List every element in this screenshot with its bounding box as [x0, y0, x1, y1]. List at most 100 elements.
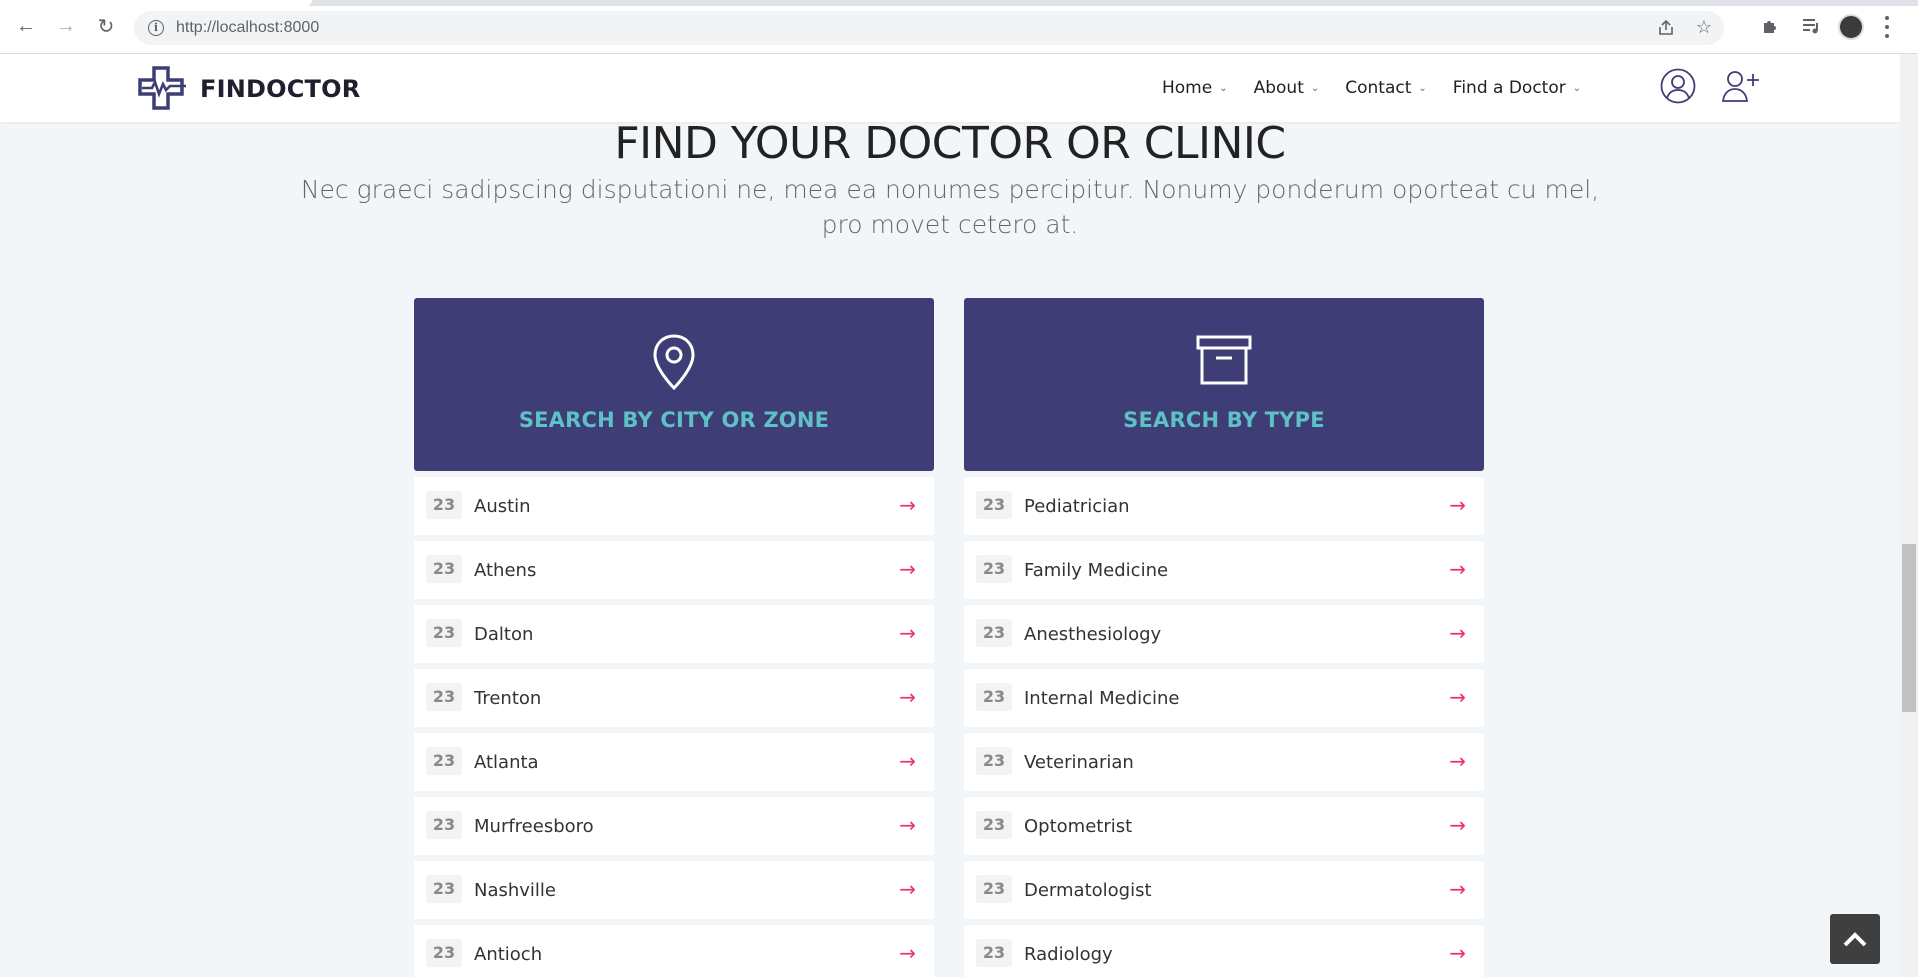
- page-scrollbar[interactable]: [1900, 54, 1918, 977]
- list-item[interactable]: 23 Nashville →: [414, 861, 934, 919]
- chevron-up-icon: [1843, 932, 1867, 947]
- list-item[interactable]: 23 Murfreesboro →: [414, 797, 934, 855]
- brand-name: FINDOCTOR: [200, 75, 361, 103]
- arrow-right-icon: →: [899, 877, 916, 901]
- page-subtitle: Nec graeci sadipscing disputationi ne, m…: [300, 175, 1600, 239]
- city-search-title: SEARCH BY CITY OR ZONE: [518, 408, 830, 432]
- nav-about[interactable]: About ⌄: [1254, 78, 1320, 98]
- type-search-header[interactable]: SEARCH BY TYPE: [964, 298, 1484, 471]
- reload-icon[interactable]: ↻: [94, 14, 118, 38]
- list-item[interactable]: 23 Antioch →: [414, 925, 934, 977]
- user-login-icon[interactable]: [1660, 68, 1696, 104]
- back-arrow-icon[interactable]: ←: [14, 14, 38, 38]
- item-label: Murfreesboro: [474, 816, 594, 837]
- share-icon[interactable]: [1656, 18, 1676, 43]
- list-item[interactable]: 23 Trenton →: [414, 669, 934, 727]
- media-queue-icon[interactable]: [1800, 15, 1822, 42]
- list-item[interactable]: 23 Optometrist →: [964, 797, 1484, 855]
- nav-contact[interactable]: Contact ⌄: [1345, 78, 1427, 98]
- item-label: Dermatologist: [1024, 880, 1152, 901]
- list-item[interactable]: 23 Radiology →: [964, 925, 1484, 977]
- nav-home[interactable]: Home ⌄: [1162, 78, 1228, 98]
- tab-strip: [0, 0, 1918, 6]
- chevron-down-icon: ⌄: [1572, 82, 1582, 94]
- arrow-right-icon: →: [899, 749, 916, 773]
- active-tab[interactable]: [0, 0, 312, 6]
- bookmark-star-icon[interactable]: ☆: [1696, 17, 1712, 38]
- count-badge: 23: [976, 555, 1012, 583]
- type-search-panel: SEARCH BY TYPE 23 Pediatrician → 23 Family …: [964, 298, 1484, 977]
- item-label: Atlanta: [474, 752, 539, 773]
- list-item[interactable]: 23 Dalton →: [414, 605, 934, 663]
- extensions-puzzle-icon[interactable]: [1760, 15, 1782, 42]
- main-nav: Home ⌄ About ⌄ Contact ⌄ Find a Doctor ⌄: [1162, 78, 1607, 98]
- site-logo[interactable]: FINDOCTOR: [138, 66, 360, 112]
- forward-arrow-icon[interactable]: →: [54, 14, 78, 38]
- list-item[interactable]: 23 Austin →: [414, 477, 934, 535]
- city-search-header[interactable]: SEARCH BY CITY OR ZONE: [414, 298, 934, 471]
- arrow-right-icon: →: [1449, 877, 1466, 901]
- map-pin-icon: [652, 334, 696, 395]
- arrow-right-icon: →: [899, 813, 916, 837]
- item-label: Austin: [474, 496, 531, 517]
- count-badge: 23: [976, 491, 1012, 519]
- count-badge: 23: [976, 747, 1012, 775]
- item-label: Nashville: [474, 880, 557, 901]
- item-label: Internal Medicine: [1024, 688, 1180, 709]
- scrollbar-thumb[interactable]: [1902, 544, 1916, 712]
- item-label: Optometrist: [1024, 816, 1133, 837]
- profile-avatar[interactable]: [1838, 14, 1864, 40]
- count-badge: 23: [976, 683, 1012, 711]
- count-badge: 23: [976, 875, 1012, 903]
- count-badge: 23: [976, 811, 1012, 839]
- site-info-icon[interactable]: i: [148, 20, 164, 36]
- item-label: Trenton: [474, 688, 542, 709]
- address-bar[interactable]: i http://localhost:8000 ☆: [134, 11, 1724, 45]
- archive-box-icon: [1196, 334, 1252, 391]
- nav-find-doctor[interactable]: Find a Doctor ⌄: [1453, 78, 1581, 98]
- city-search-panel: SEARCH BY CITY OR ZONE 23 Austin → 23 Athen…: [414, 298, 934, 977]
- item-label: Anesthesiology: [1024, 624, 1162, 645]
- item-label: Athens: [474, 560, 537, 581]
- count-badge: 23: [976, 939, 1012, 967]
- add-user-icon[interactable]: [1721, 68, 1761, 104]
- chevron-down-icon: ⌄: [1310, 82, 1320, 94]
- list-item[interactable]: 23 Dermatologist →: [964, 861, 1484, 919]
- arrow-right-icon: →: [899, 941, 916, 965]
- list-item[interactable]: 23 Athens →: [414, 541, 934, 599]
- list-item[interactable]: 23 Anesthesiology →: [964, 605, 1484, 663]
- arrow-right-icon: →: [899, 621, 916, 645]
- arrow-right-icon: →: [1449, 493, 1466, 517]
- item-label: Family Medicine: [1024, 560, 1169, 581]
- count-badge: 23: [976, 619, 1012, 647]
- chevron-down-icon: ⌄: [1418, 82, 1427, 94]
- browser-menu-icon[interactable]: [1884, 14, 1890, 40]
- count-badge: 23: [426, 491, 462, 519]
- item-label: Radiology: [1024, 944, 1113, 965]
- list-item[interactable]: 23 Pediatrician →: [964, 477, 1484, 535]
- count-badge: 23: [426, 555, 462, 583]
- site-header: FINDOCTOR Home ⌄ About ⌄ Contact ⌄ Find a D…: [0, 54, 1900, 122]
- list-item[interactable]: 23 Atlanta →: [414, 733, 934, 791]
- arrow-right-icon: →: [899, 557, 916, 581]
- count-badge: 23: [426, 619, 462, 647]
- back-to-top-button[interactable]: [1830, 914, 1880, 964]
- list-item[interactable]: 23 Internal Medicine →: [964, 669, 1484, 727]
- arrow-right-icon: →: [1449, 813, 1466, 837]
- count-badge: 23: [426, 939, 462, 967]
- list-item[interactable]: 23 Veterinarian →: [964, 733, 1484, 791]
- arrow-right-icon: →: [1449, 557, 1466, 581]
- arrow-right-icon: →: [1449, 749, 1466, 773]
- item-label: Dalton: [474, 624, 534, 645]
- arrow-right-icon: →: [899, 493, 916, 517]
- item-label: Veterinarian: [1024, 752, 1134, 773]
- count-badge: 23: [426, 811, 462, 839]
- type-search-title: SEARCH BY TYPE: [1123, 408, 1325, 432]
- nav-home-label: Home: [1162, 78, 1213, 98]
- chevron-down-icon: ⌄: [1219, 82, 1228, 94]
- list-item[interactable]: 23 Family Medicine →: [964, 541, 1484, 599]
- type-list: 23 Pediatrician → 23 Family Medicine → 23 Ane…: [964, 477, 1484, 977]
- nav-contact-label: Contact: [1345, 78, 1412, 98]
- count-badge: 23: [426, 683, 462, 711]
- url-text[interactable]: http://localhost:8000: [176, 19, 319, 37]
